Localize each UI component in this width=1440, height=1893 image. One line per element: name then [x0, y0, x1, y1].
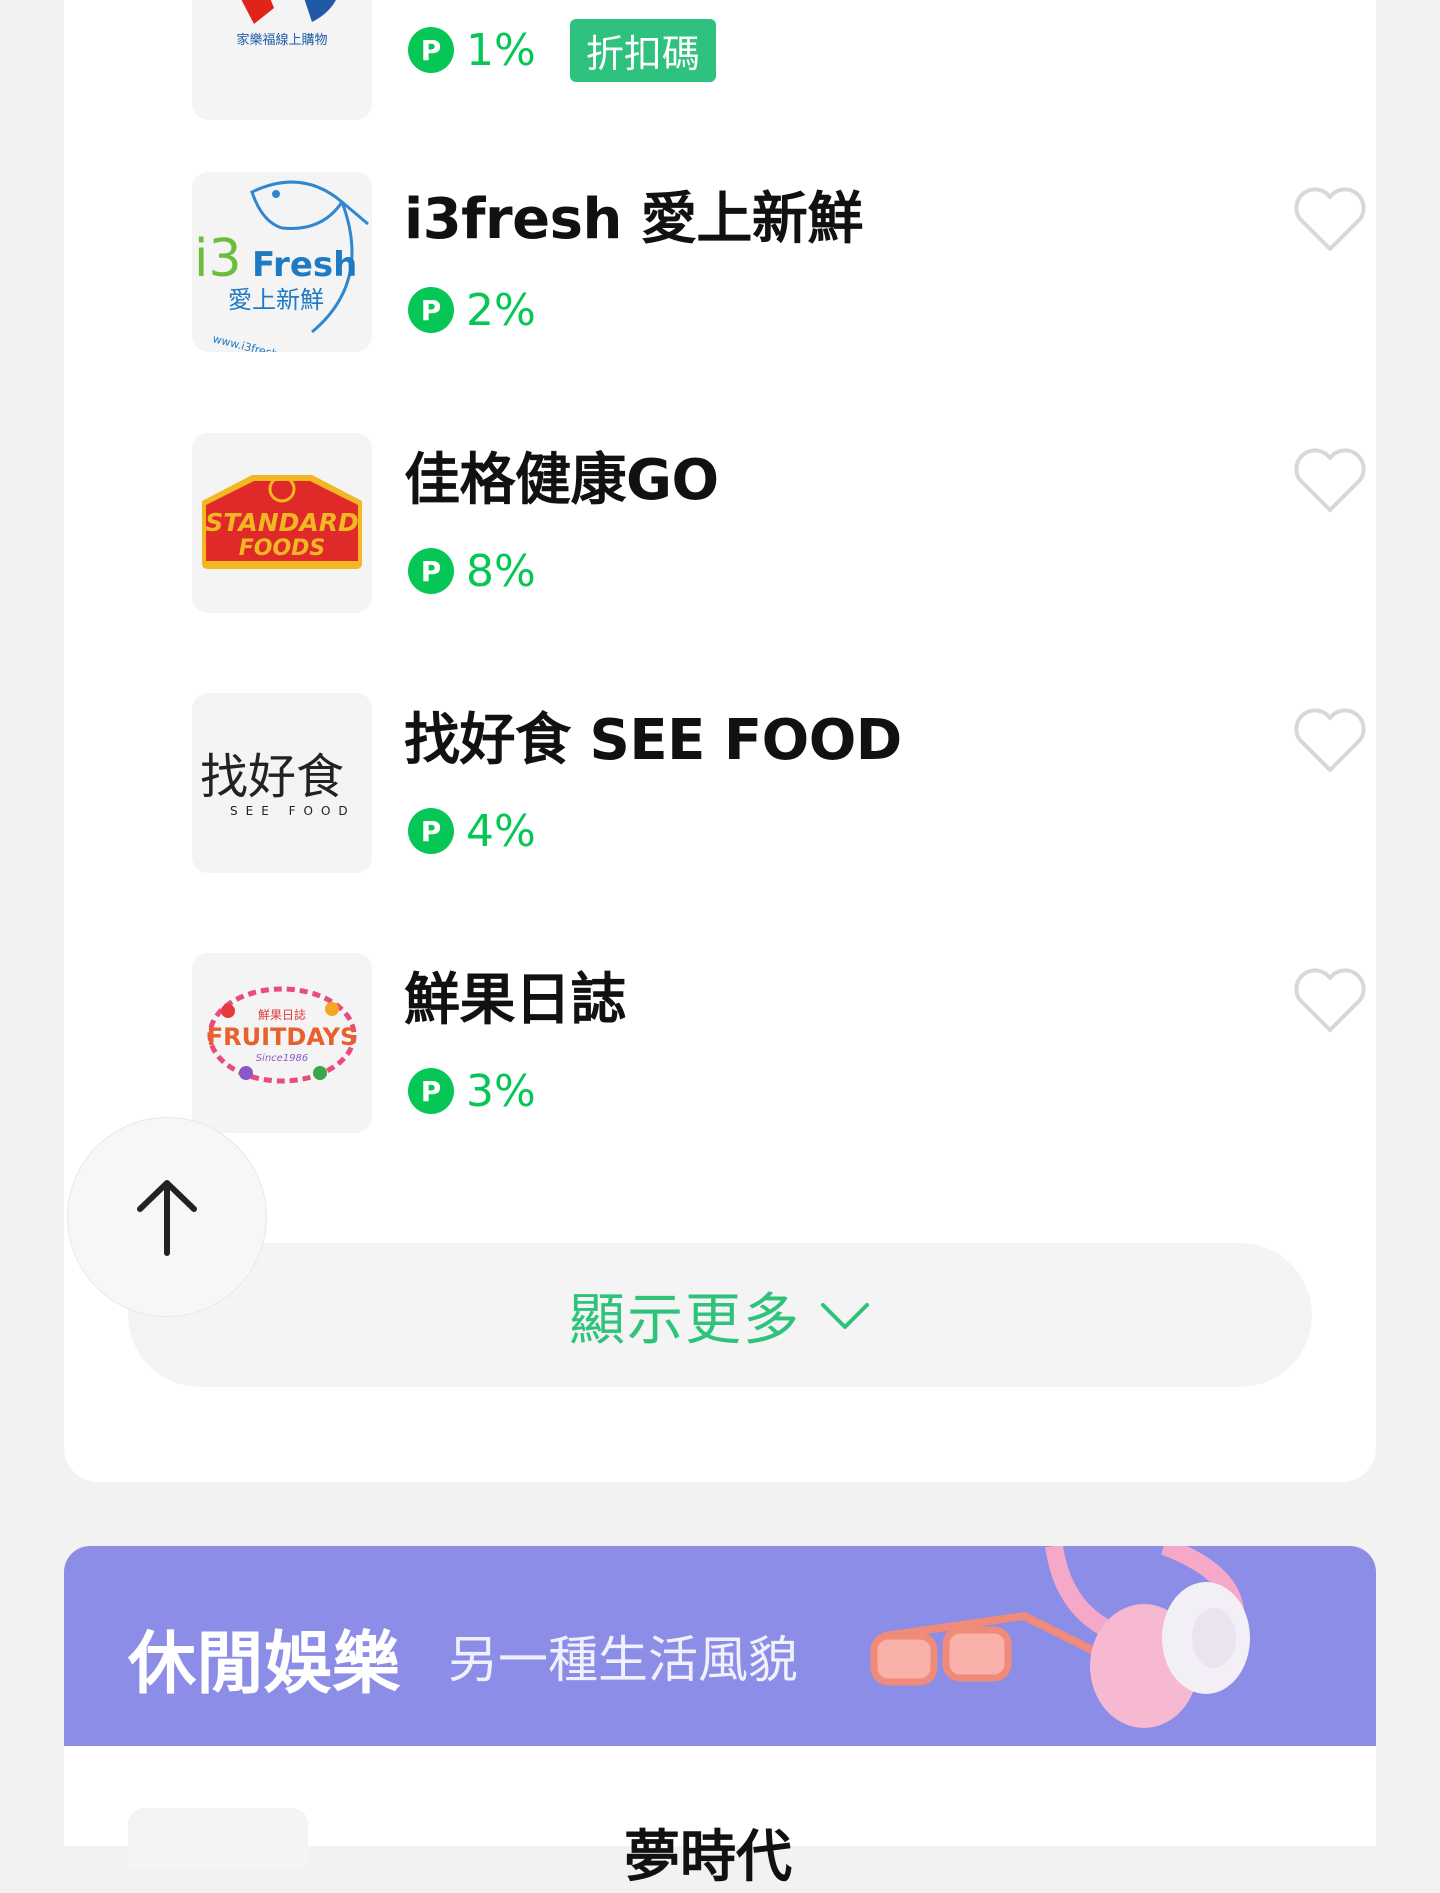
store-logo-fruitdays: 鮮果日誌 FRUITDAYS Since1986 — [192, 953, 372, 1133]
store-logo-i3fresh: i3 Fresh 愛上新鮮 www.i3fresh.tw — [192, 172, 372, 352]
store-logo-see-food: 找好食 SEE FOOD — [192, 693, 372, 873]
chevron-down-icon — [821, 1303, 869, 1329]
i3fresh-logo-icon: i3 Fresh 愛上新鮮 www.i3fresh.tw — [194, 180, 369, 352]
svg-text:www.i3fresh.tw: www.i3fresh.tw — [211, 332, 296, 352]
leisure-section-banner: 休閒娛樂 另一種生活風貌 — [64, 1546, 1376, 1746]
point-icon: P — [408, 27, 454, 73]
svg-text:STANDARD: STANDARD — [205, 508, 359, 537]
store-item-standard-foods[interactable]: STANDARD FOODS 佳格健康GO P 8% — [128, 433, 1366, 613]
next-section-card: 夢時代 — [64, 1746, 1376, 1890]
show-more-label: 顯示更多 — [569, 1287, 801, 1353]
favorite-heart-icon[interactable] — [1292, 968, 1368, 1034]
store-logo-standard-foods: STANDARD FOODS — [192, 433, 372, 613]
points-row: P 2% — [408, 284, 536, 336]
store-logo-placeholder — [128, 1808, 308, 1868]
headphones-sunglasses-illustration — [870, 1546, 1250, 1728]
svg-text:家樂福線上購物: 家樂福線上購物 — [236, 32, 327, 48]
point-icon: P — [408, 287, 454, 333]
store-name: 找好食 SEE FOOD — [404, 708, 902, 773]
store-item-see-food[interactable]: 找好食 SEE FOOD 找好食 SEE FOOD P 4% — [128, 693, 1366, 873]
svg-text:i3: i3 — [194, 229, 242, 289]
see-food-logo-icon: 找好食 SEE FOOD — [200, 749, 356, 818]
carrefour-logo-icon: 家樂福線上購物 — [236, 0, 336, 48]
store-name: 佳格健康GO — [404, 448, 719, 513]
favorite-heart-icon[interactable] — [1292, 708, 1368, 774]
svg-text:找好食: 找好食 — [200, 749, 344, 805]
points-row: P 1% 折扣碼 — [408, 18, 716, 82]
show-more-button[interactable]: 顯示更多 — [128, 1243, 1312, 1387]
points-row: P 3% — [408, 1065, 536, 1117]
point-icon: P — [408, 548, 454, 594]
arrow-up-icon — [137, 1180, 197, 1256]
points-row: P 4% — [408, 805, 536, 857]
store-item-fruitdays[interactable]: 鮮果日誌 FRUITDAYS Since1986 鮮果日誌 P 3% — [128, 953, 1366, 1133]
point-rate: 8% — [466, 545, 536, 597]
store-item-carrefour[interactable]: 家樂福線上購物 P 1% 折扣碼 — [128, 0, 1312, 120]
points-row: P 8% — [408, 545, 536, 597]
favorite-heart-icon[interactable] — [1292, 187, 1368, 253]
svg-text:SEE FOOD: SEE FOOD — [230, 804, 356, 818]
point-rate: 1% — [466, 24, 536, 76]
point-rate: 3% — [466, 1065, 536, 1117]
svg-text:Since1986: Since1986 — [256, 1053, 309, 1064]
section-title: 休閒娛樂 — [128, 1625, 401, 1704]
svg-text:鮮果日誌: 鮮果日誌 — [258, 1007, 306, 1022]
svg-text:FRUITDAYS: FRUITDAYS — [207, 1023, 358, 1051]
store-item-i3fresh[interactable]: i3 Fresh 愛上新鮮 www.i3fresh.tw i3fresh 愛上新… — [128, 172, 1366, 352]
store-name: 鮮果日誌 — [404, 968, 627, 1033]
point-rate: 4% — [466, 805, 536, 857]
store-name: 夢時代 — [624, 1825, 792, 1890]
fruitdays-logo-icon: 鮮果日誌 FRUITDAYS Since1986 — [207, 986, 358, 1084]
point-icon: P — [408, 808, 454, 854]
store-name: i3fresh 愛上新鮮 — [404, 187, 863, 252]
favorite-heart-icon[interactable] — [1292, 448, 1368, 514]
svg-text:Fresh: Fresh — [252, 245, 357, 285]
scroll-to-top-button[interactable] — [68, 1118, 266, 1316]
section-subtitle: 另一種生活風貌 — [448, 1631, 798, 1689]
store-logo-carrefour: 家樂福線上購物 — [192, 0, 372, 120]
svg-text:愛上新鮮: 愛上新鮮 — [228, 286, 324, 314]
standard-foods-logo-icon: STANDARD FOODS — [202, 475, 362, 569]
point-rate: 2% — [466, 284, 536, 336]
svg-text:FOODS: FOODS — [239, 536, 326, 561]
point-icon: P — [408, 1068, 454, 1114]
coupon-badge[interactable]: 折扣碼 — [569, 18, 716, 82]
